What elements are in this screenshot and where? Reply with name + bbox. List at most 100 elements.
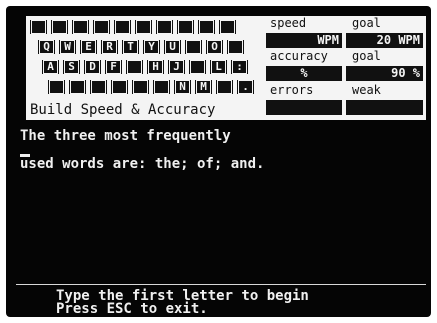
keyboard-key — [70, 18, 91, 36]
keyboard-key-label — [178, 20, 193, 34]
footer-instruction-2: Press ESC to exit. — [56, 301, 208, 317]
keyboard-key-label — [228, 40, 243, 54]
weak-label: weak — [352, 83, 381, 97]
keyboard-key: . — [235, 78, 256, 96]
keyboard-key-label — [190, 60, 205, 74]
keyboard-key — [46, 78, 67, 96]
keyboard-key-label — [217, 80, 232, 94]
errors-label: errors — [270, 83, 314, 97]
keyboard-key-label: E — [81, 40, 96, 54]
keyboard-key-label — [127, 60, 142, 74]
keyboard-key-label: M — [196, 80, 211, 94]
keyboard-key — [109, 78, 130, 96]
keyboard-key: : — [229, 58, 250, 76]
speed-goal-label: goal — [352, 16, 381, 30]
keyboard-key-label: U — [165, 40, 180, 54]
keyboard-key: Y — [141, 38, 162, 56]
accuracy-label: accuracy — [270, 49, 328, 63]
keyboard-key: N — [172, 78, 193, 96]
keyboard-key — [124, 58, 145, 76]
speed-goal-value: 20 WPM — [346, 33, 423, 48]
keyboard-key-label: . — [238, 80, 253, 94]
keyboard-key: T — [120, 38, 141, 56]
keyboard-key — [183, 38, 204, 56]
keyboard-key-label — [136, 20, 151, 34]
keyboard-key — [175, 18, 196, 36]
keyboard-key-label — [52, 20, 67, 34]
keyboard-key-label: H — [148, 60, 163, 74]
errors-value — [266, 100, 342, 115]
keyboard-key-label: S — [64, 60, 79, 74]
keyboard-key — [133, 18, 154, 36]
keyboard-key: W — [57, 38, 78, 56]
keyboard-key-label: N — [175, 80, 190, 94]
keyboard-row-4: NM. — [46, 78, 256, 96]
keyboard-key-label: F — [106, 60, 121, 74]
keyboard-row-1 — [28, 18, 238, 36]
keyboard-key — [49, 18, 70, 36]
keyboard-key — [88, 78, 109, 96]
keyboard-key: R — [99, 38, 120, 56]
keyboard-key: A — [40, 58, 61, 76]
stats-panel: speed goal WPM 20 WPM accuracy goal % 90… — [266, 16, 426, 120]
footer-divider — [16, 284, 426, 285]
keyboard-key-label — [112, 80, 127, 94]
accuracy-goal-value: 90 % — [346, 66, 423, 81]
accuracy-value: % — [266, 66, 342, 81]
keyboard-key-label: L — [211, 60, 226, 74]
keyboard-key — [112, 18, 133, 36]
keyboard-key — [187, 58, 208, 76]
accuracy-goal-label: goal — [352, 49, 381, 63]
keyboard-key-label — [220, 20, 235, 34]
keyboard-key-label: W — [60, 40, 75, 54]
keyboard-key: F — [103, 58, 124, 76]
keyboard-key-label — [73, 20, 88, 34]
keyboard-key-label — [154, 80, 169, 94]
keyboard-key: S — [61, 58, 82, 76]
keyboard-row-3: ASDF HJ L: — [40, 58, 250, 76]
keyboard-key-label: J — [169, 60, 184, 74]
keyboard-key-label — [49, 80, 64, 94]
keyboard-key-label: O — [207, 40, 222, 54]
keyboard-key: J — [166, 58, 187, 76]
keyboard-key: Q — [36, 38, 57, 56]
keyboard-key: E — [78, 38, 99, 56]
keyboard-key: O — [204, 38, 225, 56]
keyboard-key — [196, 18, 217, 36]
keyboard-key-label — [186, 40, 201, 54]
keyboard-key — [214, 78, 235, 96]
keyboard-key — [91, 18, 112, 36]
speed-value: WPM — [266, 33, 342, 48]
terminal-screen: QWERTYU O ASDF HJ L: NM. Build Speed & Accu… — [6, 6, 431, 317]
keyboard-key — [154, 18, 175, 36]
keyboard-key-label: Y — [144, 40, 159, 54]
keyboard-key — [28, 18, 49, 36]
keyboard-key-label: D — [85, 60, 100, 74]
weak-value — [346, 100, 423, 115]
keyboard-key-label — [115, 20, 130, 34]
keyboard-key — [130, 78, 151, 96]
lesson-title: Build Speed & Accuracy — [30, 102, 216, 118]
keyboard-key — [151, 78, 172, 96]
keyboard-key: M — [193, 78, 214, 96]
keyboard-key: U — [162, 38, 183, 56]
keyboard-key — [225, 38, 246, 56]
keyboard-key-label — [91, 80, 106, 94]
keyboard-key — [67, 78, 88, 96]
keyboard-key-label — [157, 20, 172, 34]
keyboard-key-label: A — [43, 60, 58, 74]
keyboard-key-label — [94, 20, 109, 34]
keyboard-key-label — [133, 80, 148, 94]
lesson-text-line-1: The three most frequently — [20, 128, 231, 144]
lesson-text-line-2: used words are: the; of; and. — [20, 156, 265, 172]
keyboard-row-2: QWERTYU O — [36, 38, 246, 56]
keyboard-key: D — [82, 58, 103, 76]
keyboard-key: H — [145, 58, 166, 76]
keyboard-key: L — [208, 58, 229, 76]
keyboard-key — [217, 18, 238, 36]
keyboard-key-label: Q — [39, 40, 54, 54]
status-panel: QWERTYU O ASDF HJ L: NM. Build Speed & Accu… — [26, 16, 426, 120]
keyboard-key-label — [70, 80, 85, 94]
keyboard-key-label: T — [123, 40, 138, 54]
keyboard-key-label — [199, 20, 214, 34]
